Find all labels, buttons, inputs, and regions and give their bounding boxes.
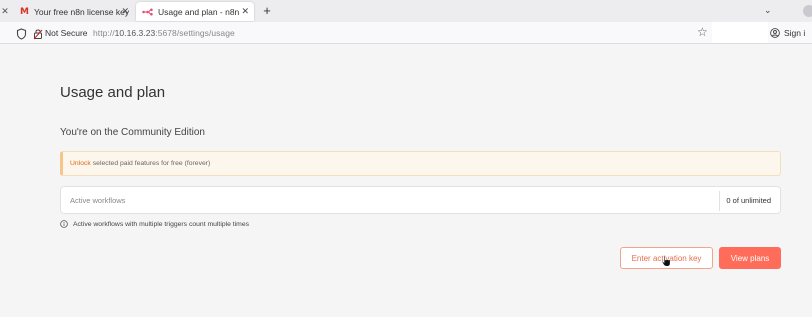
active-workflows-row: Active workflows 0 of unlimited <box>60 186 781 214</box>
lock-icon[interactable] <box>33 27 43 40</box>
tab-bar: ✕ M Your free n8n license key ✕ Usage an… <box>0 0 812 22</box>
hand-cursor-icon <box>661 255 671 267</box>
unlock-banner: Unlock selected paid features for free (… <box>60 151 781 176</box>
close-icon[interactable]: ✕ <box>121 6 129 17</box>
edition-text: You're on the Community Edition <box>60 127 205 138</box>
url-host: 10.16.3.23 <box>114 28 156 38</box>
toolbar-spacer <box>712 22 768 43</box>
close-icon[interactable]: ✕ <box>241 6 249 17</box>
tab-usage-and-plan[interactable]: Usage and plan - n8n ✕ <box>136 2 254 21</box>
unlock-link[interactable]: Unlock <box>70 160 91 167</box>
divider <box>719 191 720 211</box>
tab-title: Your free n8n license key <box>33 6 130 17</box>
address-toolbar: Not Secure http://10.16.3.23:5678/settin… <box>0 22 812 44</box>
url-path: :5678/settings/usage <box>155 28 235 38</box>
banner-text: selected paid features for free (forever… <box>92 160 211 167</box>
not-secure-label[interactable]: Not Secure <box>45 28 88 38</box>
info-note: Active workflows with multiple triggers … <box>60 220 249 228</box>
profile-icon[interactable] <box>803 5 812 17</box>
info-icon <box>60 220 68 228</box>
info-text: Active workflows with multiple triggers … <box>73 220 250 228</box>
active-workflows-value: 0 of unlimited <box>726 196 771 205</box>
chevron-down-icon[interactable]: ⌄ <box>764 5 772 16</box>
view-plans-button[interactable]: View plans <box>719 247 781 269</box>
shield-icon[interactable] <box>16 27 27 40</box>
page-title: Usage and plan <box>60 84 166 101</box>
url-field[interactable]: http://10.16.3.23:5678/settings/usage <box>93 28 235 38</box>
n8n-icon <box>142 8 153 16</box>
account-icon <box>770 27 780 38</box>
tab-title: Usage and plan - n8n <box>158 6 240 17</box>
star-icon[interactable]: ☆ <box>697 26 708 39</box>
url-prefix: http:// <box>93 28 115 38</box>
gmail-icon: M <box>20 6 29 17</box>
signin-button[interactable]: Sign i <box>770 22 805 43</box>
close-icon[interactable]: ✕ <box>0 2 10 21</box>
signin-label: Sign i <box>784 27 806 38</box>
tab-gmail[interactable]: M Your free n8n license key ✕ <box>14 2 134 21</box>
new-tab-button[interactable]: + <box>260 3 274 19</box>
active-workflows-label: Active workflows <box>70 196 126 205</box>
